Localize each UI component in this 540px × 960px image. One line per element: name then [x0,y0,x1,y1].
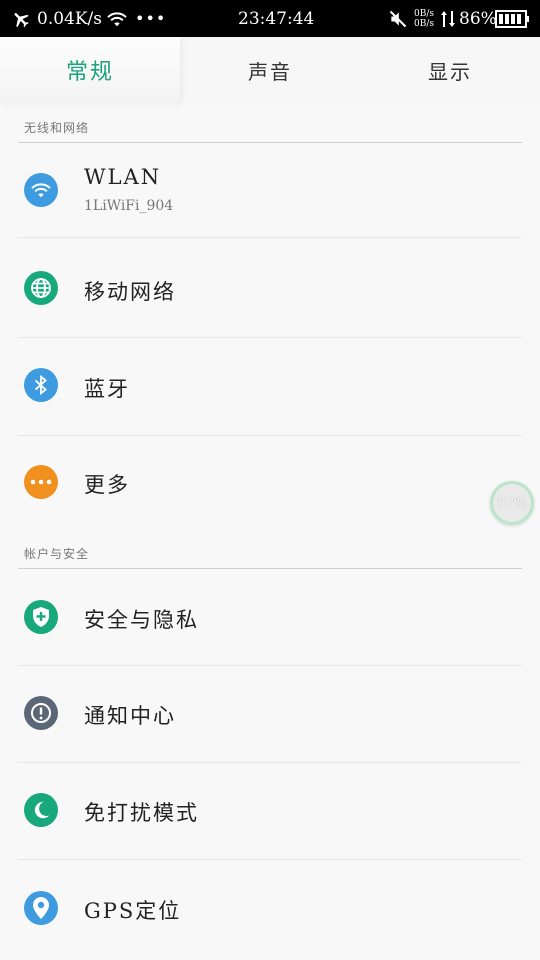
airplane-icon [10,0,32,37]
mute-icon [388,0,408,37]
tab-bar: 常规 声音 显示 [0,37,540,103]
setting-label: 更多 [84,473,130,497]
setting-label: 免打扰模式 [84,801,199,825]
setting-more[interactable]: 更多 [0,436,540,532]
shield-icon [24,600,58,634]
tab-sound[interactable]: 声音 [180,37,360,103]
setting-label: GPS定位 [84,899,182,923]
setting-security-privacy[interactable]: 安全与隐私 [0,569,540,666]
clock: 23:47:44 [238,8,315,29]
moon-icon [24,793,58,827]
setting-wlan[interactable]: WLAN 1LiWiFi_904 [0,143,540,238]
status-bar: 0.04K/s ••• 23:47:44 0B/s 0B/s 86% [0,0,540,37]
setting-sublabel: 1LiWiFi_904 [84,198,174,214]
setting-label: 安全与隐私 [84,608,199,632]
section-header-wireless: 无线和网络 [24,121,90,135]
download-speed: 0B/s [414,18,434,29]
location-icon [24,891,58,925]
more-icon: ••• [135,9,167,28]
network-speed: 0.04K/s [37,8,103,29]
more-icon [24,465,58,499]
setting-label: 移动网络 [84,280,176,304]
tab-general[interactable]: 常规 [0,37,180,103]
tab-display[interactable]: 显示 [360,37,540,103]
alert-icon [24,696,58,730]
wifi-icon [106,0,128,37]
setting-bluetooth[interactable]: 蓝牙 [0,338,540,436]
setting-do-not-disturb[interactable]: 免打扰模式 [0,763,540,860]
section-header-account: 帐户与安全 [24,547,90,561]
wifi-icon [24,173,58,207]
battery-level: 86% [459,8,497,29]
battery-icon [495,0,531,37]
setting-label: WLAN [84,165,162,189]
setting-label: 蓝牙 [84,377,130,401]
setting-gps[interactable]: GPS定位 [0,860,540,960]
memory-cleaner-bubble[interactable]: 57% [490,481,534,525]
data-arrows-icon [441,0,455,37]
upload-speed: 0B/s [414,8,434,19]
setting-label: 通知中心 [84,704,176,728]
setting-mobile-network[interactable]: 移动网络 [0,238,540,338]
bluetooth-icon [24,368,58,402]
setting-notification-center[interactable]: 通知中心 [0,666,540,763]
globe-icon [24,271,58,305]
